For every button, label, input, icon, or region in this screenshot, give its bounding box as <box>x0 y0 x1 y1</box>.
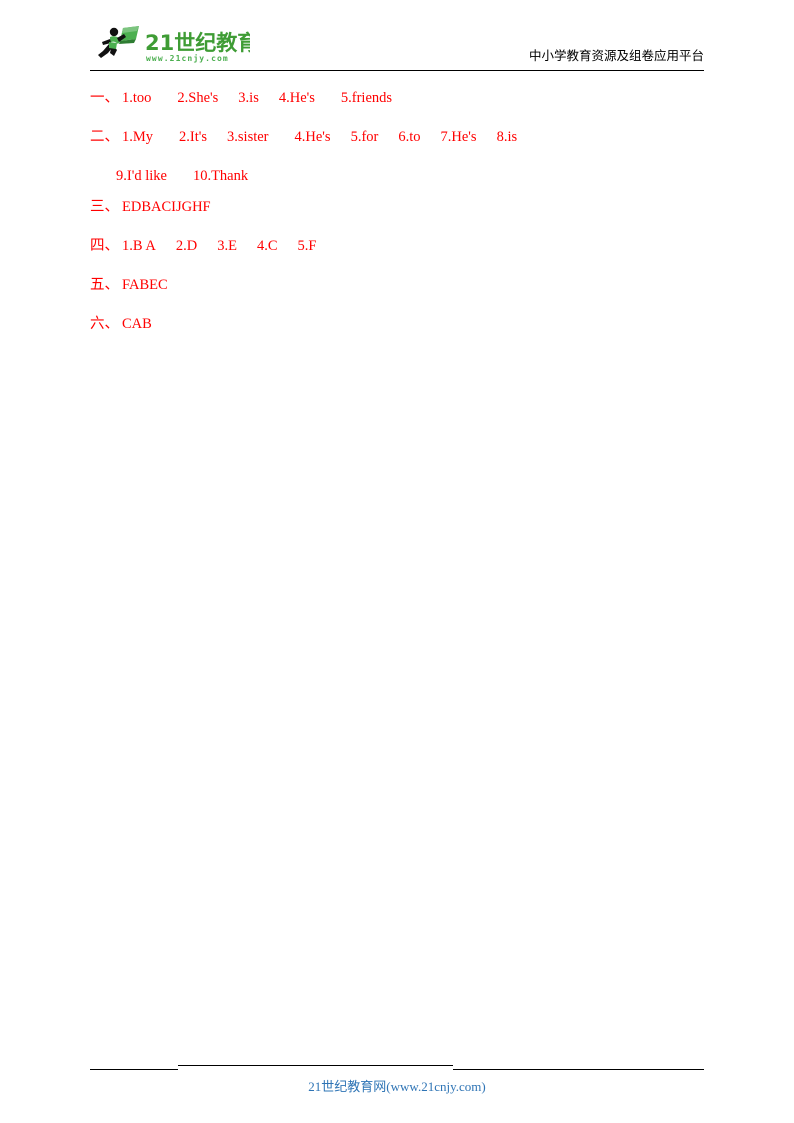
answer-item: CAB <box>122 316 152 332</box>
answer-item: 4.He's <box>278 90 315 106</box>
page-footer: 21世纪教育网(www.21cnjy.com) <box>0 1060 794 1096</box>
footer-rule-right <box>453 1069 704 1070</box>
answer-item: 2.It's <box>179 129 208 145</box>
answer-line: 三、 EDBACIJGHF <box>90 197 704 217</box>
page-header: 21世纪教育 www.21cnjy.com 中小学教育资源及组卷应用平台 <box>90 24 704 68</box>
answer-item: 3.E <box>217 238 237 254</box>
answer-item: 3.is <box>238 90 259 106</box>
site-logo[interactable]: 21世纪教育 www.21cnjy.com <box>90 24 250 66</box>
document-page: 21世纪教育 www.21cnjy.com 中小学教育资源及组卷应用平台 一、 1… <box>0 0 794 1123</box>
answer-line: 四、 1.B A 2.D 3.E 4.C 5.F <box>90 236 704 256</box>
answer-item: 4.He's <box>294 129 331 145</box>
header-tagline: 中小学教育资源及组卷应用平台 <box>528 48 704 63</box>
header-divider <box>90 70 704 71</box>
answer-key-body: 一、 1.too 2.She's 3.is 4.He's 5.friends 二、 1.My 2… <box>90 88 704 353</box>
answer-item: 5.friends <box>340 90 393 106</box>
answer-item: 6.to <box>398 129 421 145</box>
answer-section-marker: 二、 <box>90 129 119 145</box>
answer-item: 4.C <box>256 238 278 254</box>
answer-line: 一、 1.too 2.She's 3.is 4.He's 5.friends <box>90 88 704 108</box>
answer-item: 3.sister <box>227 129 269 145</box>
answer-line: 9.I'd like 10.Thank <box>90 166 704 186</box>
answer-item: 1.too <box>122 90 152 106</box>
answer-item: 5.F <box>297 238 317 254</box>
runner-with-flag-logo: 21世纪教育 www.21cnjy.com <box>98 26 250 63</box>
answer-item: 5.for <box>350 129 379 145</box>
logo-brand-text: 21世纪教育 <box>145 31 250 55</box>
answer-section-marker: 一、 <box>90 90 119 106</box>
answer-item: EDBACIJGHF <box>122 199 211 215</box>
answer-item: 2.D <box>175 238 198 254</box>
answer-item: 8.is <box>496 129 518 145</box>
footer-rule-center <box>178 1065 453 1066</box>
answer-line: 五、 FABEC <box>90 275 704 295</box>
footer-credit: 21世纪教育网(www.21cnjy.com) <box>308 1079 486 1094</box>
footer-divider <box>0 1060 794 1072</box>
answer-item: 10.Thank <box>192 168 249 184</box>
answer-item: 2.She's <box>177 90 219 106</box>
answer-item: 7.He's <box>440 129 477 145</box>
answer-item: 1.B A <box>122 238 156 254</box>
footer-rule-left <box>90 1069 178 1070</box>
answer-section-marker: 五、 <box>90 277 119 293</box>
answer-item: 1.My <box>122 129 154 145</box>
answer-item: 9.I'd like <box>116 168 167 184</box>
answer-item: FABEC <box>122 277 168 293</box>
answer-section-marker: 三、 <box>90 199 119 215</box>
logo-brand-url: www.21cnjy.com <box>146 53 229 63</box>
answer-section-marker: 四、 <box>90 238 119 254</box>
answer-line: 二、 1.My 2.It's 3.sister 4.He's 5.for 6.to 7.He'… <box>90 127 704 147</box>
answer-line: 六、 CAB <box>90 314 704 334</box>
answer-section-marker: 六、 <box>90 316 119 332</box>
